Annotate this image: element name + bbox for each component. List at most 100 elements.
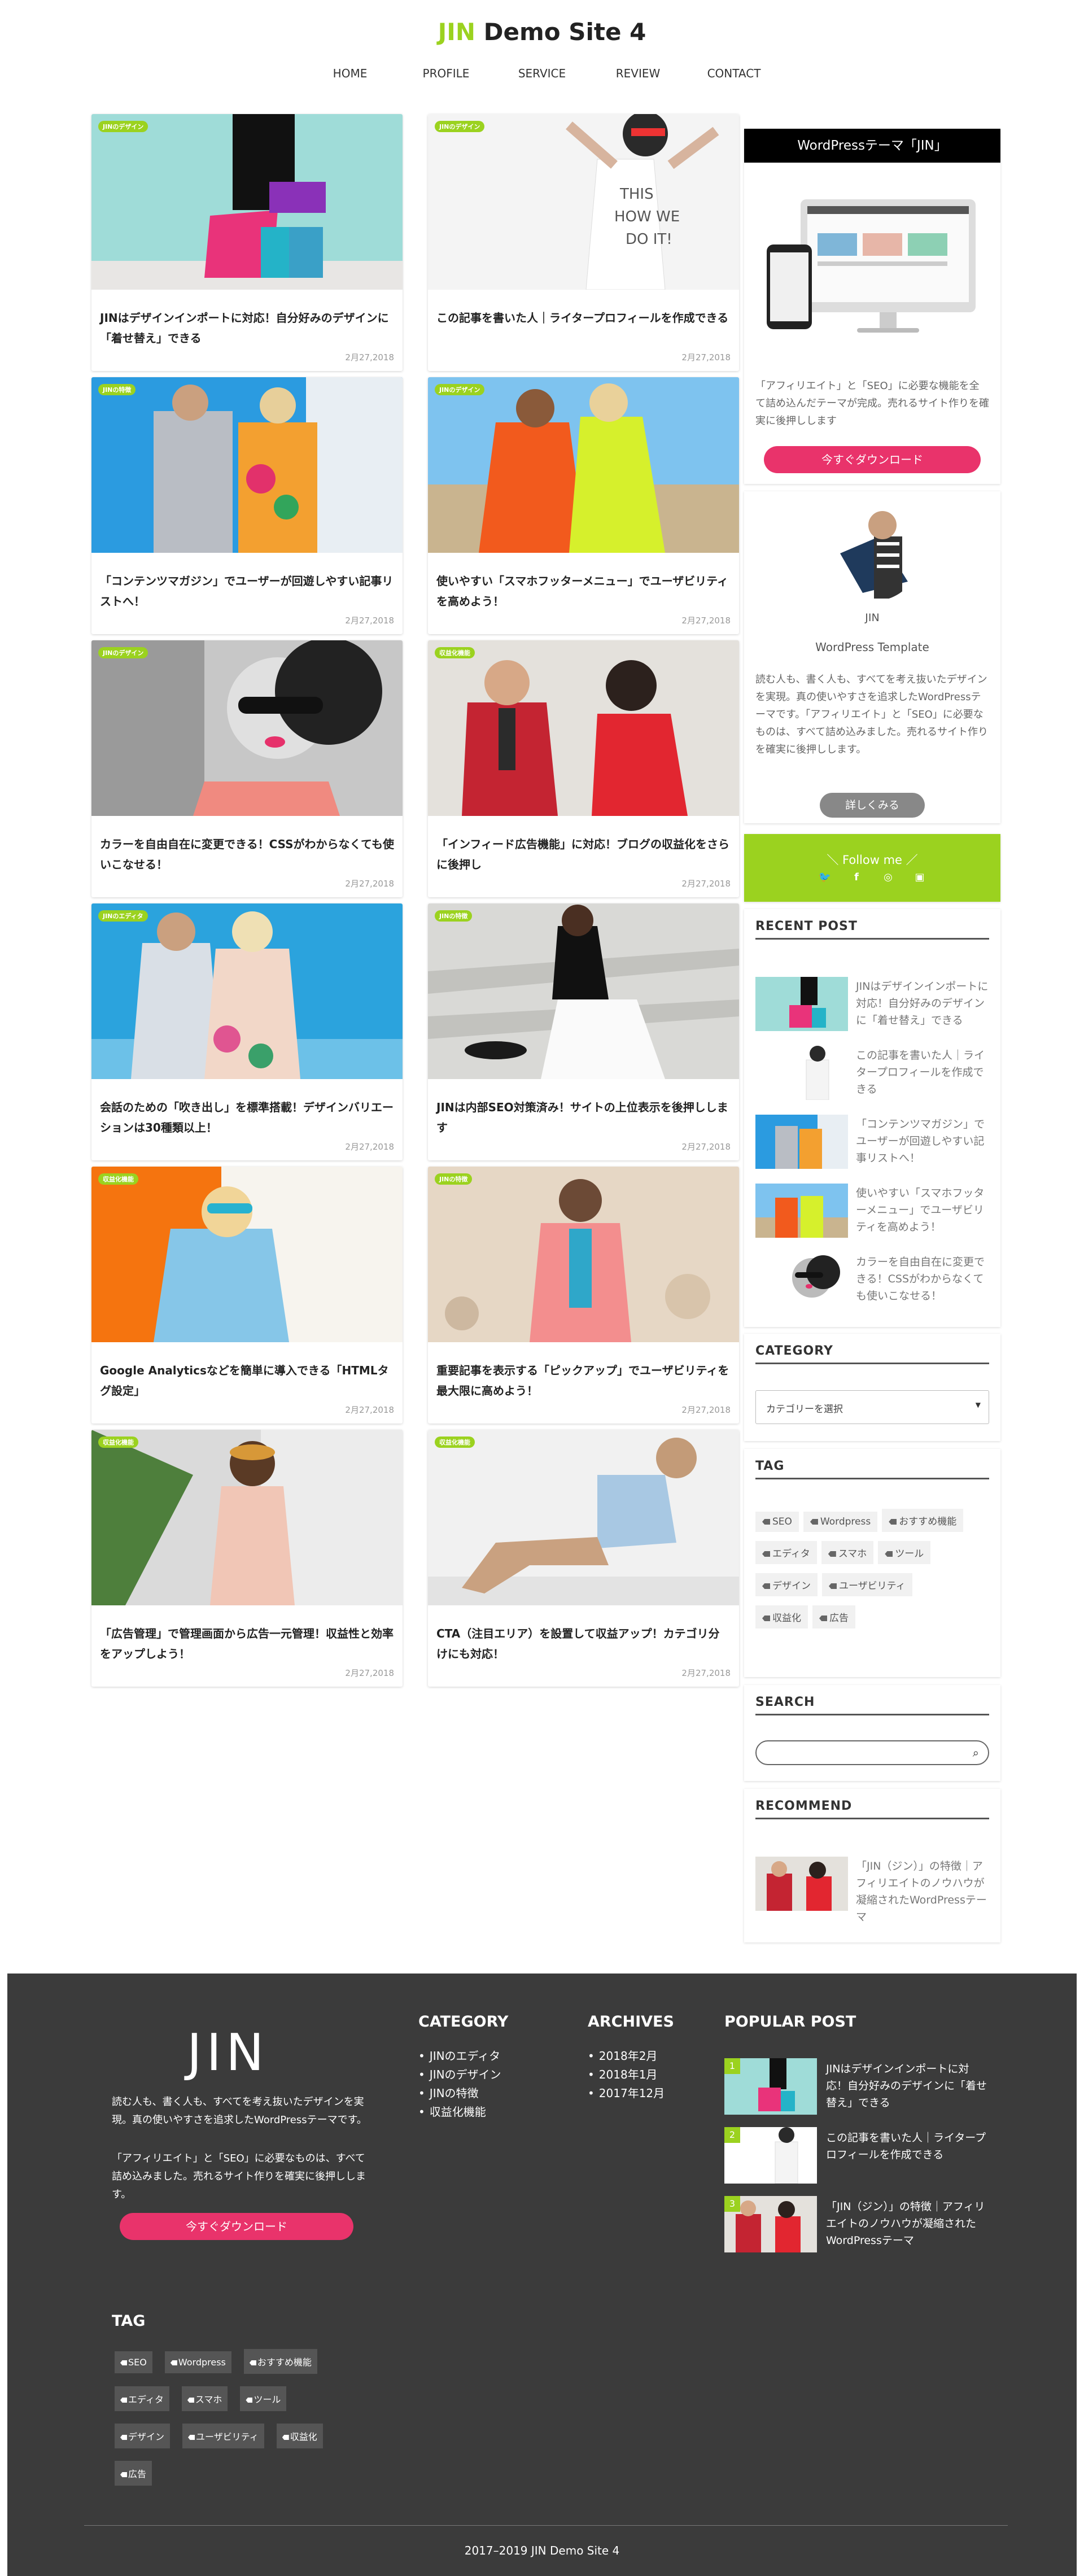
post-card[interactable]: JINのデザイン 使いやすい「スマホフッターメニュー」でユーザビリティを高めよう… [428,377,739,634]
post-category-badge[interactable]: JINのデザイン [435,384,485,395]
post-card[interactable]: 収益化機能 CTA（注目エリア）を設置して収益アップ！カテゴリ分けにも対応！ 2… [428,1430,739,1687]
post-title[interactable]: CTA（注目エリア）を設置して収益アップ！カテゴリ分けにも対応！ [436,1623,731,1664]
footer-category-link[interactable]: JINのエディタ [418,2047,501,2066]
recent-post-title[interactable]: カラーを自由自在に変更できる！CSSがわからなくても使いこなせる！ [856,1254,989,1304]
search-input[interactable]: ⌕ [755,1740,989,1765]
footer-tag-chip[interactable]: 収益化 [276,2424,323,2448]
site-title[interactable]: JIN Demo Site 4 [0,18,1084,46]
popular-post-item[interactable]: 3 「JIN（ジン）」の特徴｜アフィリエイトのノウハウが凝縮されたWordPre… [724,2196,995,2252]
post-category-badge[interactable]: 収益化機能 [98,1437,138,1448]
nav-service[interactable]: SERVICE [494,67,590,80]
post-title[interactable]: 重要記事を表示する「ピックアップ」でユーザビリティを最大限に高めよう！ [436,1360,731,1401]
popular-post-title[interactable]: JINはデザインインポートに対応！自分好みのデザインに「着せ替え」できる [826,2060,990,2111]
tag-chip[interactable]: おすすめ機能 [882,1509,964,1532]
recent-post-title[interactable]: この記事を書いた人｜ライタープロフィールを作成できる [856,1047,989,1098]
recent-post-title[interactable]: 使いやすい「スマホフッターメニュー」でユーザビリティを高めよう！ [856,1185,989,1235]
recent-post-item[interactable]: JINはデザインインポートに対応！自分好みのデザインに「着せ替え」できる [755,977,989,1031]
category-select[interactable]: カテゴリーを選択 ▼ [755,1390,989,1424]
post-category-badge[interactable]: JINのデザイン [98,121,148,132]
post-card[interactable]: JINのデザイン カラーを自由自在に変更できる！CSSがわからなくても使いこなせ… [91,640,403,897]
post-card[interactable]: JINの特徴 「コンテンツマガジン」でユーザーが回遊しやすい記事リストへ！ 2月… [91,377,403,634]
tag-chip[interactable]: SEO [755,1512,799,1532]
post-title[interactable]: JINはデザインインポートに対応！自分好みのデザインに「着せ替え」できる [100,308,394,348]
recommend-item[interactable]: 「JIN（ジン）」の特徴｜アフィリエイトのノウハウが凝縮されたWordPress… [755,1857,989,1923]
post-category-badge[interactable]: 収益化機能 [435,1437,475,1448]
twitter-icon[interactable]: 🐦 [815,871,834,888]
popular-post-title[interactable]: 「JIN（ジン）」の特徴｜アフィリエイトのノウハウが凝縮されたWordPress… [826,2198,990,2249]
post-card[interactable]: THIS HOW WE DO IT! JINのデザイン この記事を書いた人｜ライター… [428,114,739,371]
footer-category-link[interactable]: JINの特徴 [418,2084,501,2103]
tag-chip[interactable]: ツール [878,1541,931,1564]
post-card[interactable]: 収益化機能 Google Analyticsなどを簡単に導入できる「HTMLタグ… [91,1167,403,1424]
post-title[interactable]: この記事を書いた人｜ライタープロフィールを作成できる [436,308,731,328]
post-category-badge[interactable]: JINのデザイン [98,647,148,658]
footer-tag-chip[interactable]: デザイン [115,2424,171,2448]
footer-archive-link[interactable]: 2017年12月 [588,2084,665,2103]
post-title[interactable]: 会話のための「吹き出し」を標準搭載！デザインバリエーションは30種類以上！ [100,1097,394,1138]
post-category-badge[interactable]: JINの特徴 [435,910,473,922]
nav-profile[interactable]: PROFILE [398,67,494,80]
footer-tag-chip[interactable]: エディタ [115,2386,169,2411]
tag-chip[interactable]: スマホ [821,1541,874,1564]
nav-review[interactable]: REVIEW [590,67,686,80]
post-category-badge[interactable]: JINの特徴 [435,1173,473,1185]
popular-post-item[interactable]: 1 JINはデザインインポートに対応！自分好みのデザインに「着せ替え」できる [724,2058,995,2115]
profile-more-button[interactable]: 詳しくみる [820,793,925,818]
popular-post-title[interactable]: この記事を書いた人｜ライタープロフィールを作成できる [826,2129,990,2163]
post-category-badge[interactable]: 収益化機能 [98,1173,138,1185]
post-category-badge[interactable]: JINの特徴 [98,384,136,395]
facebook-icon[interactable]: f [847,871,866,888]
recent-post-item[interactable]: 「コンテンツマガジン」でユーザーが回遊しやすい記事リストへ！ [755,1115,989,1169]
footer-logo[interactable]: JIN [187,2023,268,2082]
footer-archive-link[interactable]: 2018年2月 [588,2047,665,2066]
post-category-badge[interactable]: JINのエディタ [98,910,148,922]
recent-post-item[interactable]: この記事を書いた人｜ライタープロフィールを作成できる [755,1046,989,1100]
tag-chip[interactable]: 広告 [812,1605,855,1628]
tag-chip[interactable]: Wordpress [803,1512,878,1532]
instagram-icon[interactable]: ◎ [878,871,898,888]
recent-post-title[interactable]: JINはデザインインポートに対応！自分好みのデザインに「着せ替え」できる [856,978,989,1029]
tag-chip[interactable]: デザイン [755,1573,818,1596]
footer-tag-chip[interactable]: ユーザビリティ [182,2424,264,2448]
footer-tag-chip[interactable]: 広告 [115,2461,152,2486]
popular-post-item[interactable]: 2 この記事を書いた人｜ライタープロフィールを作成できる [724,2127,995,2184]
recent-post-item[interactable]: 使いやすい「スマホフッターメニュー」でユーザビリティを高めよう！ [755,1184,989,1238]
post-card[interactable]: 収益化機能 「インフィード広告機能」に対応！ブログの収益化をさらに後押し 2月2… [428,640,739,897]
post-category-badge[interactable]: JINのデザイン [435,121,485,132]
post-card[interactable]: JINのデザイン JINはデザインインポートに対応！自分好みのデザインに「着せ替… [91,114,403,371]
promo-text: 「アフィリエイト」と「SEO」に必要な機能を全て詰め込んだテーマが完成。売れるサ… [755,380,989,427]
tag-chip[interactable]: 収益化 [755,1605,808,1628]
footer-tag-chip[interactable]: おすすめ機能 [243,2349,317,2374]
post-title[interactable]: 「広告管理」で管理画面から広告一元管理！収益性と効率をアップしよう！ [100,1623,394,1664]
footer-category-link[interactable]: JINのデザイン [418,2066,501,2084]
tag-chip[interactable]: エディタ [755,1541,817,1564]
post-card[interactable]: JINの特徴 JINは内部SEO対策済み！サイトの上位表示を後押しします 2月2… [428,903,739,1160]
post-category-badge[interactable]: 収益化機能 [435,647,475,658]
post-card[interactable]: JINの特徴 重要記事を表示する「ピックアップ」でユーザビリティを最大限に高めよ… [428,1167,739,1424]
post-card[interactable]: JINのエディタ 会話のための「吹き出し」を標準搭載！デザインバリエーションは3… [91,903,403,1160]
post-title[interactable]: JINは内部SEO対策済み！サイトの上位表示を後押しします [436,1097,731,1138]
footer-archive-link[interactable]: 2018年1月 [588,2066,665,2084]
post-title[interactable]: 「コンテンツマガジン」でユーザーが回遊しやすい記事リストへ！ [100,571,394,612]
footer-tag-chip[interactable]: Wordpress [164,2351,231,2373]
nav-home[interactable]: HOME [302,67,398,80]
post-title[interactable]: Google Analyticsなどを簡単に導入できる「HTMLタグ設定」 [100,1360,394,1401]
nav-contact[interactable]: CONTACT [686,67,782,80]
promo-download-button[interactable]: 今すぐダウンロード [764,446,981,473]
search-icon[interactable]: ⌕ [973,1746,979,1759]
recent-post-title[interactable]: 「コンテンツマガジン」でユーザーが回遊しやすい記事リストへ！ [856,1116,989,1167]
post-title[interactable]: カラーを自由自在に変更できる！CSSがわからなくても使いこなせる！ [100,834,394,875]
tag-chip[interactable]: ユーザビリティ [822,1573,912,1596]
post-title[interactable]: 「インフィード広告機能」に対応！ブログの収益化をさらに後押し [436,834,731,875]
post-date: 2月27,2018 [345,615,394,626]
footer-download-button[interactable]: 今すぐダウンロード [120,2213,353,2240]
post-title[interactable]: 使いやすい「スマホフッターメニュー」でユーザビリティを高めよう！ [436,571,731,612]
footer-tag-chip[interactable]: ツール [240,2386,287,2411]
footer-category-link[interactable]: 収益化機能 [418,2103,501,2121]
footer-tag-chip[interactable]: スマホ [181,2386,228,2411]
footer-tag-chip[interactable]: SEO [115,2351,152,2373]
post-card[interactable]: 収益化機能 「広告管理」で管理画面から広告一元管理！収益性と効率をアップしよう！… [91,1430,403,1687]
line-icon[interactable]: ▣ [910,871,929,888]
recent-post-item[interactable]: カラーを自由自在に変更できる！CSSがわからなくても使いこなせる！ [755,1252,989,1307]
recommend-post-title[interactable]: 「JIN（ジン）」の特徴｜アフィリエイトのノウハウが凝縮されたWordPress… [856,1858,989,1926]
